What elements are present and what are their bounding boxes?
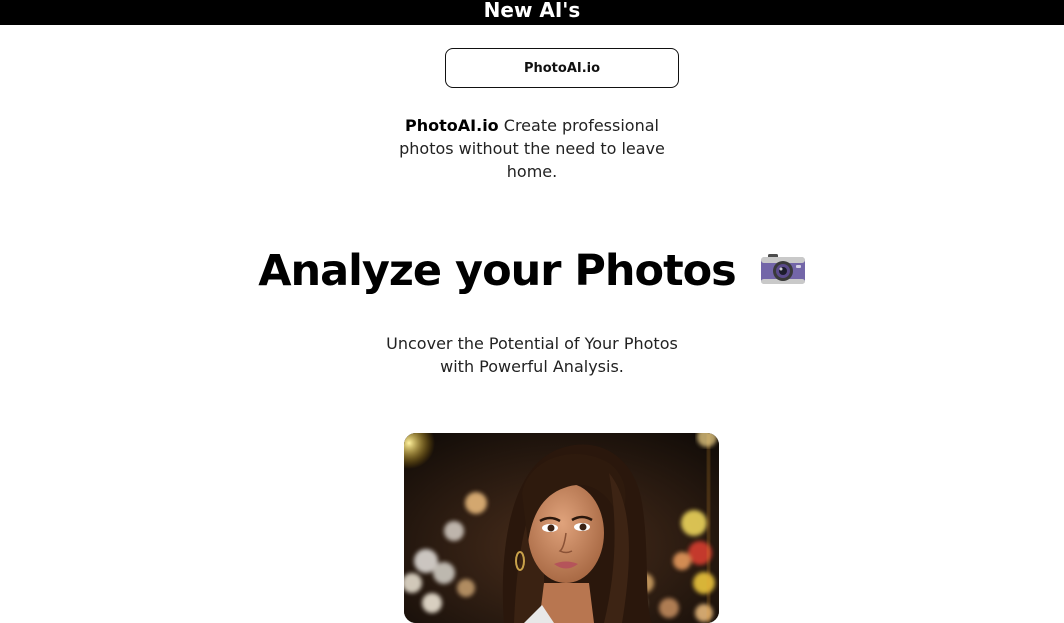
feature-description: PhotoAI.io Create professional photos wi… [382,114,682,183]
photoai-button[interactable]: PhotoAI.io [445,48,679,88]
headline-text: Analyze your Photos [258,246,737,296]
top-bar: New AI's [0,0,1064,25]
camera-icon [760,246,806,296]
top-bar-title: New AI's [483,0,581,22]
feature-brand: PhotoAI.io [405,116,499,135]
page-headline: Analyze your Photos [0,246,1064,299]
page-subheadline: Uncover the Potential of Your Photos wit… [386,334,678,376]
portrait-photo [404,433,719,623]
